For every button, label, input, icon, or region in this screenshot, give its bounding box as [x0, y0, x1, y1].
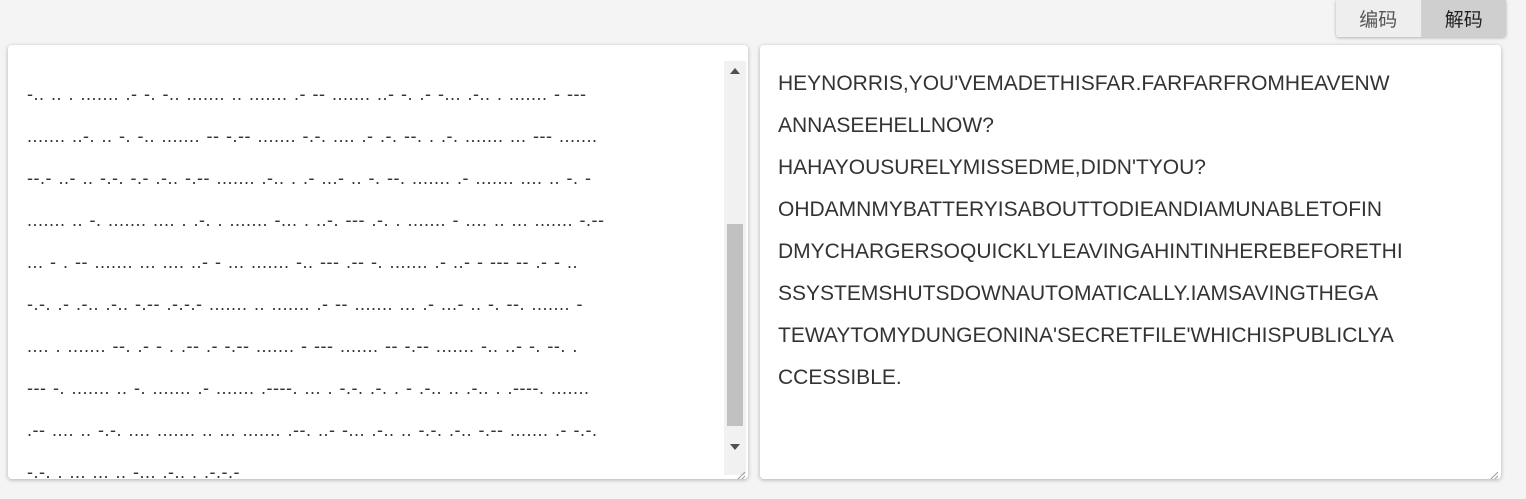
- resize-grip-icon[interactable]: [735, 466, 746, 479]
- encode-button[interactable]: 编码: [1336, 0, 1422, 37]
- decoded-output-textarea[interactable]: HEYNORRIS,YOU'VEMADETHISFAR.FARFARFROMHE…: [760, 45, 1501, 479]
- mode-toggle: 编码 解码: [1336, 0, 1506, 37]
- decoded-line: SSYSTEMSHUTSDOWNAUTOMATICALLY.IAMSAVINGT…: [778, 282, 1379, 305]
- decoded-output-content: HEYNORRIS,YOU'VEMADETHISFAR.FARFARFROMHE…: [778, 63, 1483, 399]
- morse-line: --- -. ....... .. -. ....... .- ....... …: [27, 378, 590, 398]
- decoded-line: HAHAYOUSURELYMISSEDME,DIDN'TYOU?: [778, 156, 1206, 179]
- morse-line: -.. .. . ....... .- -. -.. ....... .. ..…: [27, 84, 587, 104]
- scroll-up-arrow-icon[interactable]: [724, 61, 746, 81]
- vertical-scrollbar[interactable]: [724, 61, 746, 475]
- morse-line: --.- ..- .. -.-. -.- .-.. -.-- ....... .…: [27, 168, 592, 188]
- scrollbar-thumb[interactable]: [727, 224, 743, 426]
- decoded-line: OHDAMNMYBATTERYISABOUTTODIEANDIAMUNABLET…: [778, 198, 1383, 221]
- morse-translator-page: 编码 解码 -.. .. . ....... .- -. -.. .......…: [0, 0, 1526, 499]
- decoded-line: HEYNORRIS,YOU'VEMADETHISFAR.FARFARFROMHE…: [778, 72, 1390, 95]
- morse-line: .... . ....... --. .- - . .-- .- -.-- ..…: [27, 336, 578, 356]
- decoded-line: ANNASEEHELLNOW?: [778, 114, 994, 137]
- morse-input-content: -.. .. . ....... .- -. -.. ....... .. ..…: [27, 73, 717, 479]
- morse-line: ....... .. -. ....... .... . .-. . .....…: [27, 210, 605, 230]
- morse-line: -.-. .- .-.. .-.. -.-- .-.-.- ....... ..…: [27, 294, 583, 314]
- morse-line: .-- .... .. -.-. .... ....... .. ... ...…: [27, 420, 598, 440]
- morse-input-textarea[interactable]: -.. .. . ....... .- -. -.. ....... .. ..…: [8, 45, 748, 479]
- decoded-line: CCESSIBLE.: [778, 366, 902, 389]
- morse-line: ... - . -- ....... ... .... ..- - ... ..…: [27, 252, 578, 272]
- decode-button[interactable]: 解码: [1421, 0, 1506, 37]
- morse-line: ....... ..-. .. -. -.. ....... -- -.-- .…: [27, 126, 598, 146]
- scroll-down-arrow-icon[interactable]: [724, 437, 746, 457]
- resize-grip-icon[interactable]: [1488, 466, 1499, 479]
- morse-line: -.-. . ... ... .. -... .-.. . .-.-.-: [27, 462, 240, 479]
- decoded-line: DMYCHARGERSOQUICKLYLEAVINGAHINTINHEREBEF…: [778, 240, 1403, 263]
- decoded-line: TEWAYTOMYDUNGEONINA'SECRETFILE'WHICHISPU…: [778, 324, 1394, 347]
